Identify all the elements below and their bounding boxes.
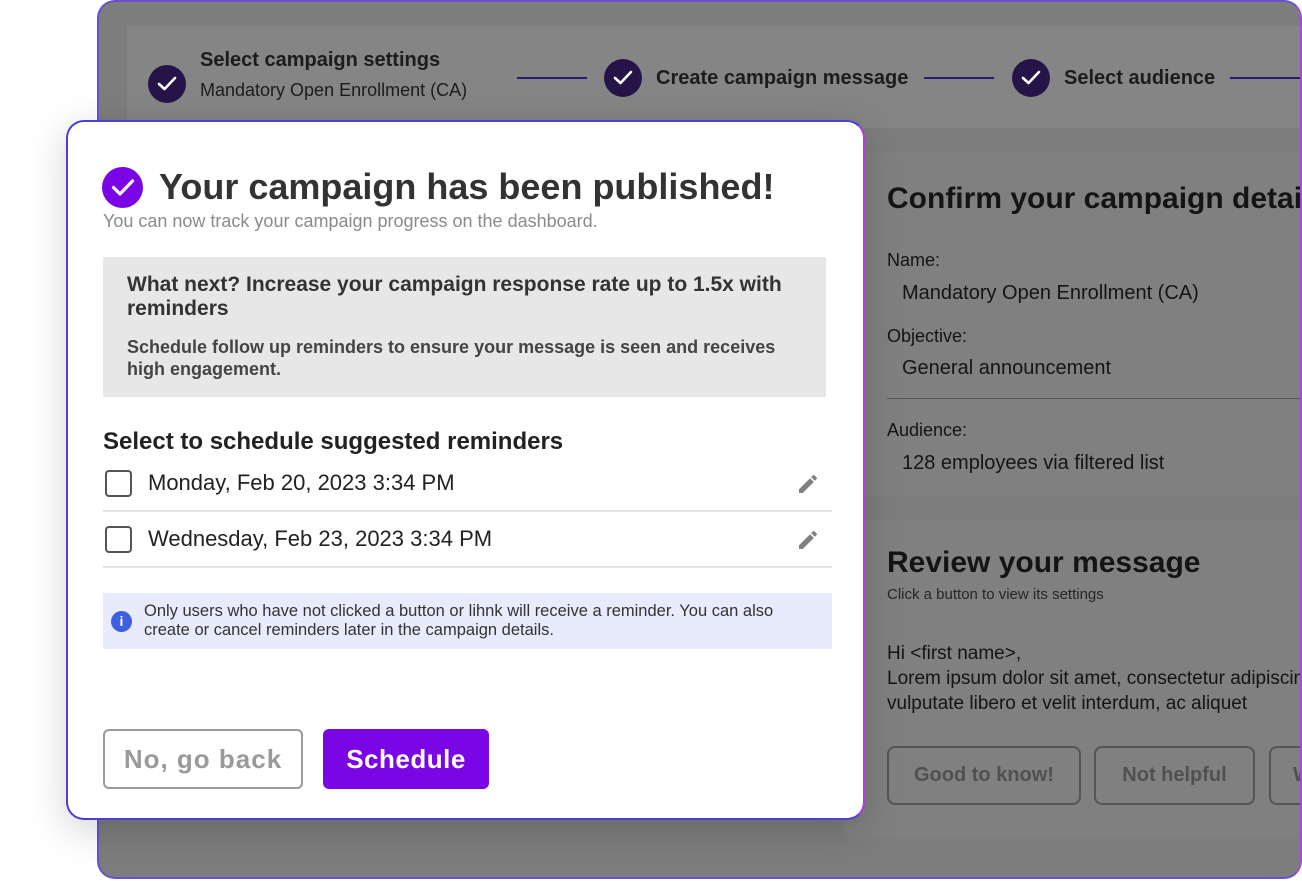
step-connector bbox=[924, 77, 994, 79]
review-heading: Review your message bbox=[887, 546, 1201, 579]
audience-value: 128 employees via filtered list bbox=[902, 452, 1165, 474]
check-icon bbox=[1012, 59, 1050, 97]
message-button-third[interactable]: W bbox=[1269, 746, 1300, 805]
campaign-details-panel: Confirm your campaign details Name: Mand… bbox=[844, 152, 1302, 497]
reminders-section-title: Select to schedule suggested reminders bbox=[103, 428, 564, 455]
dialog-title: Your campaign has been published! bbox=[159, 166, 775, 207]
message-body-line: vulputate libero et velit interdum, ac a… bbox=[887, 693, 1248, 714]
review-message-panel: Review your message Click a button to vi… bbox=[844, 520, 1300, 838]
step-subtitle: Mandatory Open Enrollment (CA) bbox=[200, 80, 468, 100]
info-icon: i bbox=[111, 610, 132, 632]
check-icon bbox=[604, 59, 642, 97]
step-title: Create campaign message bbox=[656, 66, 909, 89]
step-connector bbox=[517, 77, 587, 79]
reminder-date: Monday, Feb 20, 2023 3:34 PM bbox=[148, 470, 455, 495]
go-back-button[interactable]: No, go back bbox=[103, 729, 303, 789]
reminder-checkbox[interactable] bbox=[105, 525, 132, 553]
step-campaign-settings[interactable]: Select campaign settings Mandatory Open … bbox=[148, 47, 467, 103]
dialog-header: Your campaign has been published! bbox=[102, 166, 774, 208]
pencil-icon[interactable] bbox=[796, 472, 820, 496]
message-button-not-helpful[interactable]: Not helpful bbox=[1094, 746, 1255, 805]
promo-title: What next? Increase your campaign respon… bbox=[127, 273, 782, 320]
step-select-audience[interactable]: Select audience bbox=[1012, 59, 1215, 97]
details-heading: Confirm your campaign details bbox=[887, 182, 1302, 215]
dialog-subtitle: You can now track your campaign progress… bbox=[103, 211, 598, 231]
message-body-line: Lorem ipsum dolor sit amet, consectetur … bbox=[887, 668, 1300, 689]
reminder-promo: What next? Increase your campaign respon… bbox=[103, 257, 826, 397]
message-greeting: Hi <first name>, bbox=[887, 643, 1022, 664]
step-create-message[interactable]: Create campaign message bbox=[604, 59, 908, 97]
schedule-button[interactable]: Schedule bbox=[323, 729, 489, 789]
stepper: Select campaign settings Mandatory Open … bbox=[127, 26, 1300, 128]
review-hint: Click a button to view its settings bbox=[887, 586, 1104, 603]
check-icon bbox=[148, 65, 186, 103]
message-button-good-to-know[interactable]: Good to know! bbox=[887, 746, 1081, 805]
step-title: Select campaign settings bbox=[200, 49, 441, 71]
promo-body: Schedule follow up reminders to ensure y… bbox=[127, 337, 776, 379]
reminder-row: Wednesday, Feb 23, 2023 3:34 PM bbox=[103, 512, 832, 568]
name-label: Name: bbox=[887, 250, 941, 270]
objective-value: General announcement bbox=[902, 357, 1112, 379]
name-value: Mandatory Open Enrollment (CA) bbox=[902, 282, 1199, 304]
info-text: Only users who have not clicked a button… bbox=[144, 602, 774, 639]
pencil-icon[interactable] bbox=[796, 528, 820, 552]
audience-label: Audience: bbox=[887, 420, 968, 440]
reminder-checkbox[interactable] bbox=[105, 469, 132, 497]
success-check-icon bbox=[102, 166, 143, 208]
step-connector bbox=[1230, 77, 1300, 79]
objective-label: Objective: bbox=[887, 326, 968, 346]
step-title: Select audience bbox=[1064, 66, 1216, 89]
published-dialog: Your campaign has been published! You ca… bbox=[66, 120, 865, 820]
reminder-date: Wednesday, Feb 23, 2023 3:34 PM bbox=[148, 526, 493, 551]
divider bbox=[887, 398, 1300, 399]
reminder-info-notice: i Only users who have not clicked a butt… bbox=[103, 593, 832, 649]
reminder-row: Monday, Feb 20, 2023 3:34 PM bbox=[103, 456, 832, 512]
